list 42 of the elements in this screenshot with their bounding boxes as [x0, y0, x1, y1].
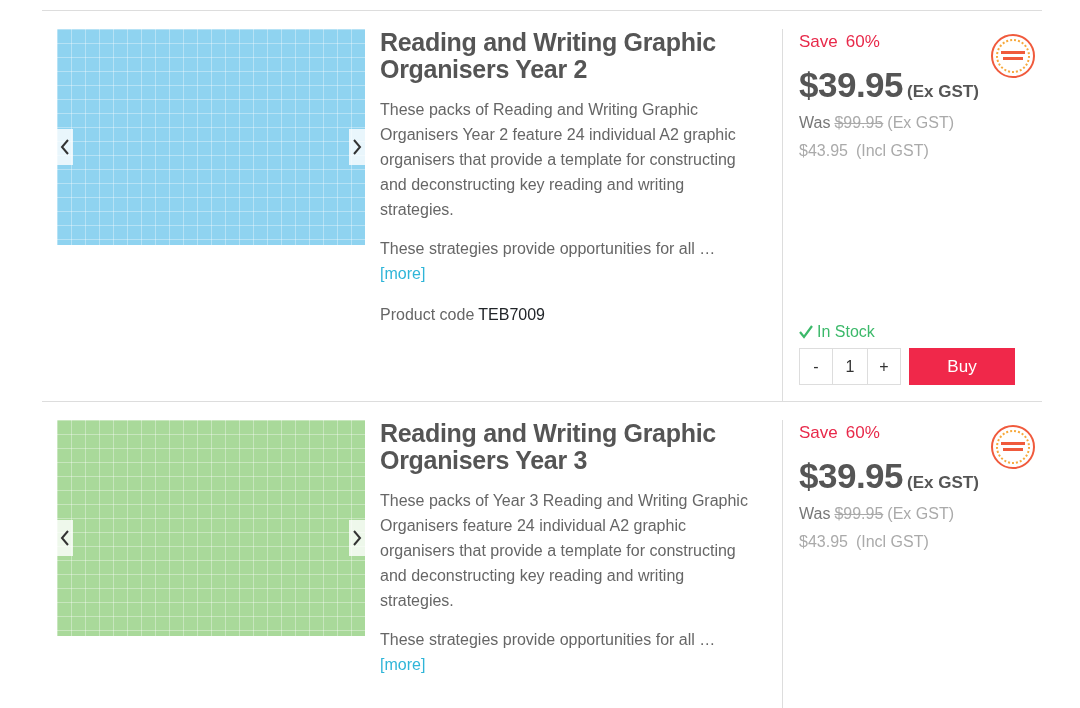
buy-button[interactable]: Buy	[909, 348, 1015, 385]
save-label: Save	[799, 422, 838, 444]
price-note: (Ex GST)	[907, 471, 979, 494]
stock-status: In Stock	[817, 322, 875, 342]
old-price: $99.95	[834, 504, 884, 524]
description-text: These packs of Year 3 Reading and Writing Graphic Organisers feature 24 individual A2 graphic organisers that provide a template for constructing and deconstructing key reading and writing strategies.	[380, 491, 749, 611]
product-title[interactable]: Reading and Writing Graphic Organisers Year 2	[380, 29, 758, 83]
decrease-button[interactable]: -	[799, 348, 833, 385]
description-text: These packs of Reading and Writing Graphic Organisers Year 2 feature 24 individual A2 graphic organisers that provide a template for constructing and deconstructing key reading and writing strategies.	[380, 100, 737, 220]
price-note: (Ex GST)	[887, 113, 954, 133]
quantity-field[interactable]: 1	[833, 348, 867, 385]
chevron-left-icon	[59, 529, 71, 547]
price-note: (Incl GST)	[855, 141, 929, 161]
price-note: (Ex GST)	[907, 80, 979, 103]
old-price: $99.95	[834, 113, 884, 133]
special-offer-stamp-icon	[990, 424, 1036, 470]
price-note: (Incl GST)	[855, 532, 929, 552]
product-code-label: Product code	[380, 305, 475, 325]
chevron-right-button[interactable]	[349, 129, 365, 165]
chevron-right-icon	[351, 138, 363, 156]
price: $39.95	[799, 454, 904, 497]
chevron-right-button[interactable]	[349, 520, 365, 556]
product-title[interactable]: Reading and Writing Graphic Organisers Year 3	[380, 420, 758, 474]
incl-gst-price: $43.95	[799, 141, 848, 161]
chevron-left-button[interactable]	[57, 520, 73, 556]
save-label: Save	[799, 31, 838, 53]
chevron-left-icon	[59, 138, 71, 156]
product-code: TEB7009	[478, 305, 545, 325]
chevron-left-button[interactable]	[57, 129, 73, 165]
was-label: Was	[799, 504, 831, 524]
chevron-right-icon	[351, 529, 363, 547]
incl-gst-price: $43.95	[799, 532, 848, 552]
price-note: (Ex GST)	[887, 504, 954, 524]
check-icon	[799, 325, 813, 339]
special-offer-stamp-icon	[990, 33, 1036, 79]
discount-percent: 60%	[845, 422, 880, 444]
discount-percent: 60%	[845, 31, 880, 53]
description-text: These strategies provide opportunities for all …	[380, 239, 717, 259]
price: $39.95	[799, 63, 904, 106]
increase-button[interactable]: +	[867, 348, 901, 385]
was-label: Was	[799, 113, 831, 133]
description-text: These strategies provide opportunities for all …	[380, 630, 717, 650]
